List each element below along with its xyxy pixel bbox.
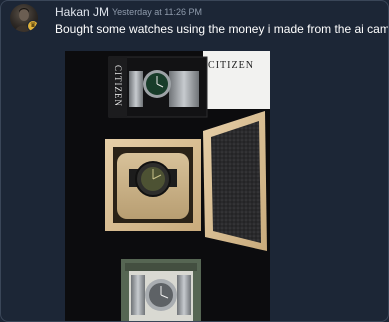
watches-photo: CITIZEN CITIZEN (65, 51, 270, 321)
message-text: Bought some watches using the money i ma… (55, 22, 389, 36)
avatar[interactable]: ♛ (10, 4, 38, 32)
username[interactable]: Hakan JM (55, 5, 109, 19)
crown-icon: ♛ (27, 20, 38, 32)
brand-side-text: CITIZEN (208, 60, 254, 71)
attached-photo[interactable]: CITIZEN CITIZEN (65, 51, 270, 321)
brand-front-text: CITIZEN (113, 65, 123, 107)
timestamp: Yesterday at 11:26 PM (112, 7, 203, 17)
chat-message: ♛ Hakan JM Yesterday at 11:26 PM Bought … (0, 0, 389, 322)
